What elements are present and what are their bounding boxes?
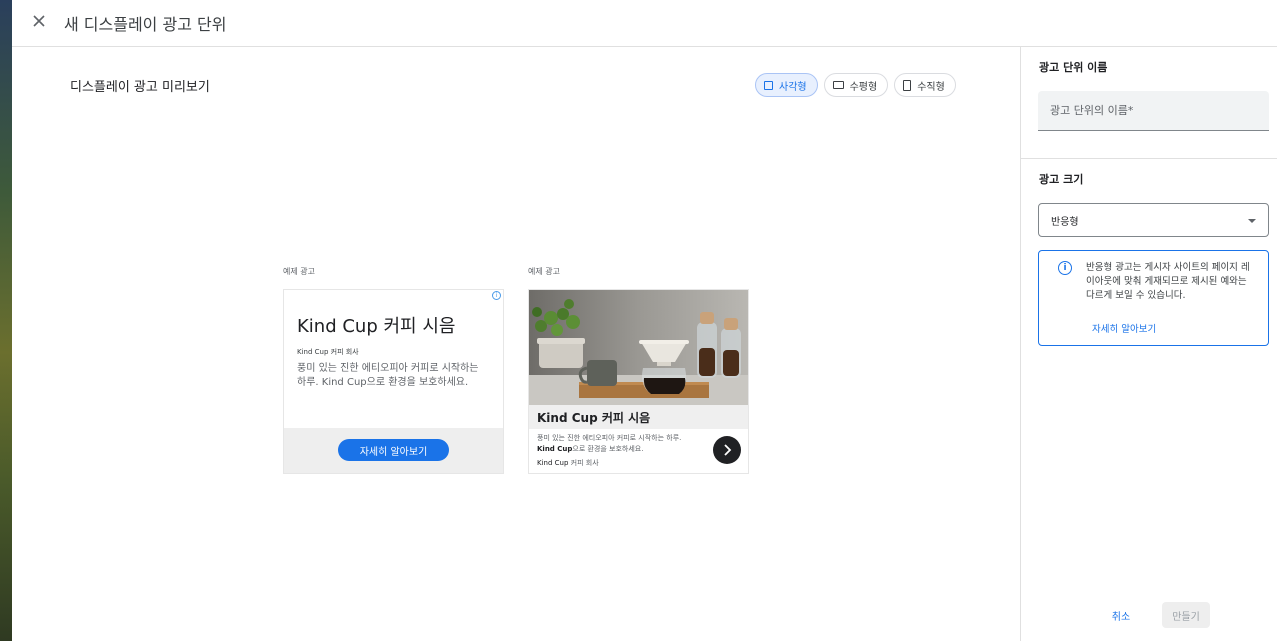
info-icon: i [1058, 261, 1072, 275]
toggle-label: 수평형 [849, 81, 878, 93]
ad-body-text-end: 으로 환경을 보호하세요. [572, 445, 644, 453]
ad-size-selected: 반응형 [1051, 216, 1079, 228]
ad-body-brand: Kind Cup [537, 445, 573, 453]
learn-more-button[interactable]: 자세히 알아보기 [338, 439, 449, 461]
toggle-horizontal[interactable]: 수평형 [823, 73, 889, 97]
create-button[interactable]: 만들기 [1162, 602, 1210, 628]
toggle-label: 수직형 [917, 81, 945, 93]
ad-body: 풍미 있는 진한 에티오피아 커피로 시작하는 하루. Kind Cup으로 환… [537, 433, 687, 455]
next-arrow-button[interactable] [713, 436, 741, 464]
ad-advertiser-rest: 커피 회사 [568, 459, 599, 467]
ad-advertiser-brand: Kind Cup [537, 459, 569, 467]
ad-body: 풍미 있는 진한 에티오피아 커피로 시작하는 하루. Kind Cup으로 환… [297, 363, 479, 388]
chevron-right-icon [724, 444, 732, 456]
ad-unit-name-input[interactable] [1038, 91, 1269, 131]
responsive-notice: i 반응형 광고는 게시자 사이트의 페이지 레이아웃에 맞춰 게재되므로 제시… [1038, 250, 1269, 346]
background-image-strip [0, 0, 12, 641]
sample-ad-text[interactable]: i Kind Cup 커피 시음 Kind Cup 커피 회사 풍미 있는 진한… [283, 289, 504, 474]
adchoices-info-icon[interactable]: i [492, 291, 501, 300]
horizontal-rect-icon [832, 81, 844, 89]
ad-advertiser: Kind Cup 커피 회사 [537, 458, 599, 468]
shape-toggle-group: 사각형 수평형 수직형 [755, 73, 956, 97]
toggle-square[interactable]: 사각형 [755, 73, 818, 97]
sample-ad-image[interactable]: Kind Cup 커피 시음 풍미 있는 진한 에티오피아 커피로 시작하는 하… [528, 289, 749, 474]
cancel-button[interactable]: 취소 [1108, 604, 1134, 626]
toggle-vertical[interactable]: 수직형 [894, 73, 956, 97]
name-section-title: 광고 단위 이름 [1039, 61, 1108, 74]
coffee-photo [529, 290, 748, 405]
learn-more-link[interactable]: 자세히 알아보기 [1092, 321, 1156, 335]
close-button[interactable] [26, 8, 52, 34]
vertical-rect-icon [903, 79, 912, 91]
ad-headline-bar: Kind Cup 커피 시음 [529, 405, 748, 429]
ad-body-text: 풍미 있는 진한 에티오피아 커피로 시작하는 하루. [537, 434, 682, 442]
sidebar-divider [1020, 47, 1021, 641]
ad-size-select[interactable]: 반응형 [1038, 203, 1269, 237]
dialog-title: 새 디스플레이 광고 단위 [64, 15, 227, 34]
ad-headline: Kind Cup 커피 시음 [537, 411, 651, 425]
section-divider [1021, 158, 1277, 159]
preview-title: 디스플레이 광고 미리보기 [70, 80, 210, 95]
size-section-title: 광고 크기 [1039, 173, 1084, 186]
ad-label: 예제 광고 [283, 267, 315, 276]
ad-advertiser: Kind Cup 커피 회사 [297, 348, 359, 356]
ad-footer: 자세히 알아보기 [284, 428, 503, 473]
ad-unit-dialog: 새 디스플레이 광고 단위 디스플레이 광고 미리보기 사각형 수평형 수직형 … [12, 0, 1277, 641]
ad-label: 예제 광고 [528, 267, 560, 276]
square-icon [764, 80, 773, 90]
dialog-header: 새 디스플레이 광고 단위 [12, 0, 1277, 47]
notice-text: 반응형 광고는 게시자 사이트의 페이지 레이아웃에 맞춰 게재되므로 제시된 … [1086, 262, 1250, 301]
close-icon [33, 15, 45, 27]
ad-headline: Kind Cup 커피 시음 [297, 316, 456, 337]
toggle-label: 사각형 [779, 81, 807, 93]
dropdown-caret-icon [1248, 219, 1256, 223]
